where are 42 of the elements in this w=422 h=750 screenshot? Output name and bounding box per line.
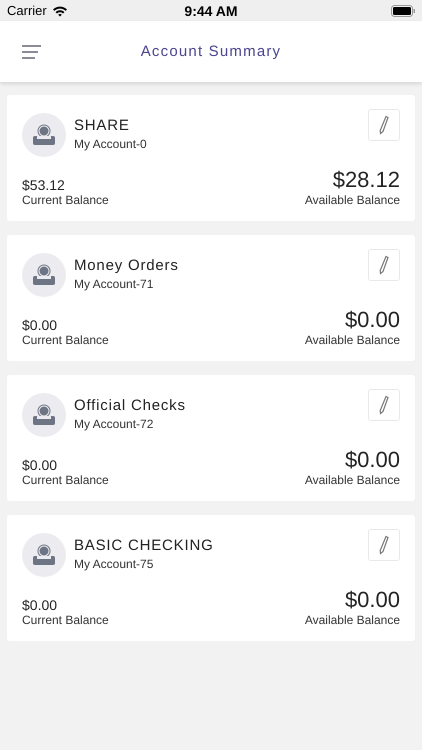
wifi-icon bbox=[52, 4, 68, 16]
pencil-icon bbox=[379, 255, 389, 275]
available-balance: $0.00 bbox=[344, 307, 400, 333]
account-number: My Account-72 bbox=[74, 417, 154, 431]
account-name: BASIC CHECKING bbox=[74, 537, 215, 554]
balance-label: Available Balance bbox=[304, 473, 400, 487]
account-name: Official Checks bbox=[74, 397, 187, 414]
page-title: Account Summary bbox=[140, 43, 282, 60]
balance-label: Available Balance bbox=[304, 193, 400, 207]
status-time: 9:44 AM bbox=[183, 2, 239, 18]
current-balance: $53.12 bbox=[22, 177, 66, 193]
edit-button[interactable] bbox=[368, 249, 400, 281]
account-card[interactable]: Money Orders My Account-71 $0.00 Current Balance $0.00 Available Balance bbox=[7, 235, 415, 361]
account-name: Money Orders bbox=[74, 257, 180, 274]
pencil-icon bbox=[379, 395, 389, 415]
account-card[interactable]: SHARE My Account-0 $53.12 Current Balance $28.12 Available Balance bbox=[7, 95, 415, 221]
pencil-icon bbox=[379, 535, 389, 555]
balance-label: Available Balance bbox=[304, 333, 400, 347]
current-balance: $0.00 bbox=[22, 597, 58, 613]
available-balance: $0.00 bbox=[344, 587, 400, 613]
current-balance: $0.00 bbox=[22, 457, 58, 473]
current-balance: $0.00 bbox=[22, 317, 58, 333]
account-card[interactable]: Official Checks My Account-72 $0.00 Current Balance $0.00 Available Balance bbox=[7, 375, 415, 501]
account-number: My Account-71 bbox=[74, 277, 154, 291]
edit-button[interactable] bbox=[368, 109, 400, 141]
balance-label: Current Balance bbox=[22, 333, 109, 347]
balance-label: Current Balance bbox=[22, 613, 109, 627]
balance-label: Current Balance bbox=[22, 473, 109, 487]
battery-icon bbox=[391, 4, 415, 16]
menu-icon[interactable] bbox=[22, 44, 42, 60]
balance-label: Available Balance bbox=[304, 613, 400, 627]
edit-button[interactable] bbox=[368, 529, 400, 561]
account-number: My Account-0 bbox=[74, 137, 148, 151]
account-name: SHARE bbox=[74, 117, 131, 134]
edit-button[interactable] bbox=[368, 389, 400, 421]
pencil-icon bbox=[379, 115, 389, 135]
available-balance: $28.12 bbox=[332, 167, 400, 193]
account-number: My Account-75 bbox=[74, 557, 154, 571]
balance-label: Current Balance bbox=[22, 193, 109, 207]
account-card[interactable]: BASIC CHECKING My Account-75 $0.00 Current Balance $0.00 Available Balance bbox=[7, 515, 415, 641]
available-balance: $0.00 bbox=[344, 447, 400, 473]
carrier-name: Carrier bbox=[7, 3, 47, 18]
